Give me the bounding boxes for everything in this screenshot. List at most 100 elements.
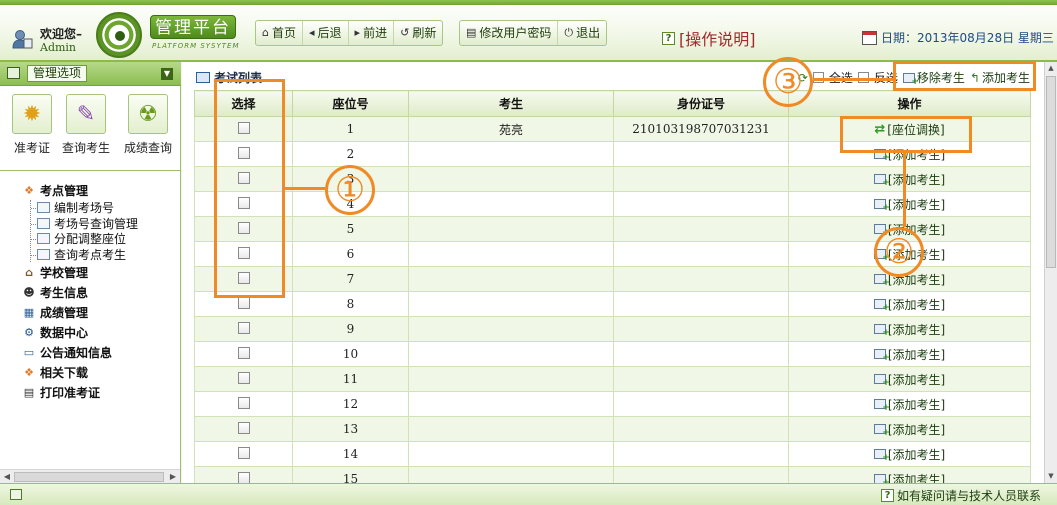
- tree-node-exam-site[interactable]: ❖ 考点管理: [22, 180, 178, 200]
- tree-node-school[interactable]: ⌂ 学校管理: [22, 262, 178, 282]
- page-icon: [37, 248, 50, 260]
- tree-node-grades[interactable]: ▦ 成绩管理: [22, 302, 178, 322]
- tree-leaf-assign-seats[interactable]: 分配调整座位: [31, 231, 178, 247]
- help-icon: ?: [662, 31, 675, 45]
- student-cell: [408, 416, 614, 442]
- radiation-icon: ☢: [128, 94, 168, 134]
- scroll-down-icon[interactable]: ▼: [1045, 470, 1057, 483]
- row-checkbox[interactable]: [237, 296, 250, 309]
- tree-leaf-room-query[interactable]: 考场号查询管理: [31, 216, 178, 232]
- power-icon: ⏻: [564, 26, 574, 39]
- quick-admission-ticket[interactable]: ✹ 准考证: [4, 94, 60, 156]
- id-number-cell: [613, 141, 789, 167]
- row-checkbox[interactable]: [237, 371, 250, 384]
- quick-score-query[interactable]: ☢ 成绩查询: [120, 94, 176, 156]
- add-student-link[interactable]: [添加考生]: [873, 371, 945, 388]
- sidebar: 管理选项 ▼ ✹ 准考证 ✎ 查询考生 ☢ 成绩查询 ❖ 考点管理 编制考场号 …: [0, 62, 181, 483]
- add-student-link[interactable]: [添加考生]: [873, 346, 946, 363]
- seat-cell: 13: [292, 416, 409, 442]
- page-icon: [37, 233, 50, 245]
- action-label: [添加考生]: [887, 472, 946, 484]
- action-cell: [添加考生]: [788, 166, 1031, 192]
- nav-toolbar: ⌂ 首页 ◂ 后退 ▸ 前进 ↺ 刷新: [255, 20, 444, 46]
- quick-label: 准考证: [13, 141, 50, 155]
- add-student-link[interactable]: [添加考生]: [873, 471, 946, 484]
- brand-title: 管理平台: [150, 15, 236, 39]
- row-checkbox[interactable]: [237, 446, 250, 459]
- add-student-link[interactable]: [添加考生]: [873, 421, 945, 438]
- seat-cell: 11: [292, 366, 409, 392]
- refresh-icon: ↺: [400, 26, 410, 39]
- nav-back-button[interactable]: ◂ 后退: [303, 21, 349, 45]
- scroll-up-icon[interactable]: ▲: [1045, 62, 1057, 75]
- row-checkbox[interactable]: [237, 346, 250, 359]
- collapse-icon[interactable]: ▼: [161, 68, 173, 80]
- scroll-right-icon[interactable]: ▶: [166, 470, 180, 484]
- id-number-cell: [613, 166, 789, 192]
- action-label: [添加考生]: [887, 347, 946, 362]
- nav-back-label: 后退: [317, 26, 342, 40]
- action-label: [添加考生]: [887, 322, 946, 337]
- logout-button[interactable]: ⏻ 退出: [558, 21, 606, 45]
- nav-forward-button[interactable]: ▸ 前进: [349, 21, 395, 45]
- calendar-icon: [862, 30, 877, 45]
- action-cell: [添加考生]: [788, 366, 1031, 392]
- id-number-cell: [613, 416, 789, 442]
- row-checkbox[interactable]: [237, 421, 250, 434]
- nav-home-button[interactable]: ⌂ 首页: [256, 21, 303, 45]
- header-student: 考生: [408, 90, 614, 117]
- change-password-button[interactable]: ▤ 修改用户密码: [460, 21, 559, 45]
- row-checkbox[interactable]: [237, 321, 250, 334]
- tree-node-print-ticket[interactable]: ▤ 打印准考证: [22, 382, 178, 402]
- download-icon: ❖: [24, 365, 34, 379]
- seat-cell: 12: [292, 391, 409, 417]
- back-arrow-icon: ◂: [309, 26, 315, 39]
- tree-node-label: 学校管理: [40, 265, 89, 280]
- tree-node-label: 考点管理: [40, 183, 89, 198]
- sidebar-menu-icon: [7, 67, 20, 79]
- tree-node-student-info[interactable]: ☻ 考生信息: [22, 282, 178, 302]
- action-label: [添加考生]: [887, 447, 946, 462]
- contact-note: ? 如有疑问请与技术人员联系: [880, 487, 1041, 504]
- scroll-left-icon[interactable]: ◀: [0, 470, 14, 484]
- add-student-link[interactable]: [添加考生]: [873, 396, 945, 413]
- add-student-link[interactable]: [添加考生]: [873, 446, 946, 463]
- nav-refresh-button[interactable]: ↺ 刷新: [394, 21, 442, 45]
- add-user-icon: [873, 449, 890, 463]
- tree-node-downloads[interactable]: ❖ 相关下载: [22, 362, 178, 382]
- id-number-cell: [613, 441, 789, 467]
- add-student-link[interactable]: [添加考生]: [873, 196, 945, 213]
- table-header-row: 选择 座位号 考生 身份证号 操作: [194, 90, 1031, 117]
- tree-node-data-center[interactable]: ⚙ 数据中心: [22, 322, 178, 342]
- annotation-box-seat-swap: [840, 116, 972, 153]
- main-vertical-scrollbar[interactable]: ▲ ▼: [1044, 62, 1057, 483]
- school-icon: ⌂: [25, 265, 33, 279]
- gears-icon: ✹: [12, 94, 52, 134]
- tree-node-notices[interactable]: ▭ 公告通知信息: [22, 342, 178, 362]
- student-cell: [408, 216, 614, 242]
- seat-cell: 2: [292, 141, 409, 167]
- tree-leaf-site-students[interactable]: 查询考点考生: [31, 247, 178, 263]
- logout-label: 退出: [576, 26, 601, 40]
- row-select-cell: [194, 416, 293, 442]
- scroll-thumb[interactable]: [14, 472, 164, 482]
- tree-leaf-compile-room[interactable]: 编制考场号: [31, 200, 178, 216]
- student-cell: [408, 191, 614, 217]
- seat-cell: 5: [292, 216, 409, 242]
- add-student-link[interactable]: [添加考生]: [873, 171, 945, 188]
- sidebar-header: 管理选项 ▼: [0, 62, 181, 86]
- add-user-icon: [873, 274, 890, 288]
- row-checkbox[interactable]: [237, 471, 250, 483]
- row-checkbox[interactable]: [237, 396, 250, 409]
- home-icon: ⌂: [262, 26, 269, 39]
- sidebar-horizontal-scrollbar[interactable]: ◀ ▶: [0, 469, 180, 483]
- add-user-icon: [873, 174, 890, 188]
- help-link[interactable]: ? [操作说明]: [662, 26, 756, 50]
- add-student-link[interactable]: [添加考生]: [873, 296, 945, 313]
- id-number-cell: [613, 191, 789, 217]
- add-user-icon: [873, 199, 890, 213]
- scroll-thumb[interactable]: [1046, 76, 1056, 268]
- add-student-link[interactable]: [添加考生]: [873, 321, 946, 338]
- action-cell: [添加考生]: [788, 291, 1031, 317]
- quick-query-student[interactable]: ✎ 查询考生: [58, 94, 114, 156]
